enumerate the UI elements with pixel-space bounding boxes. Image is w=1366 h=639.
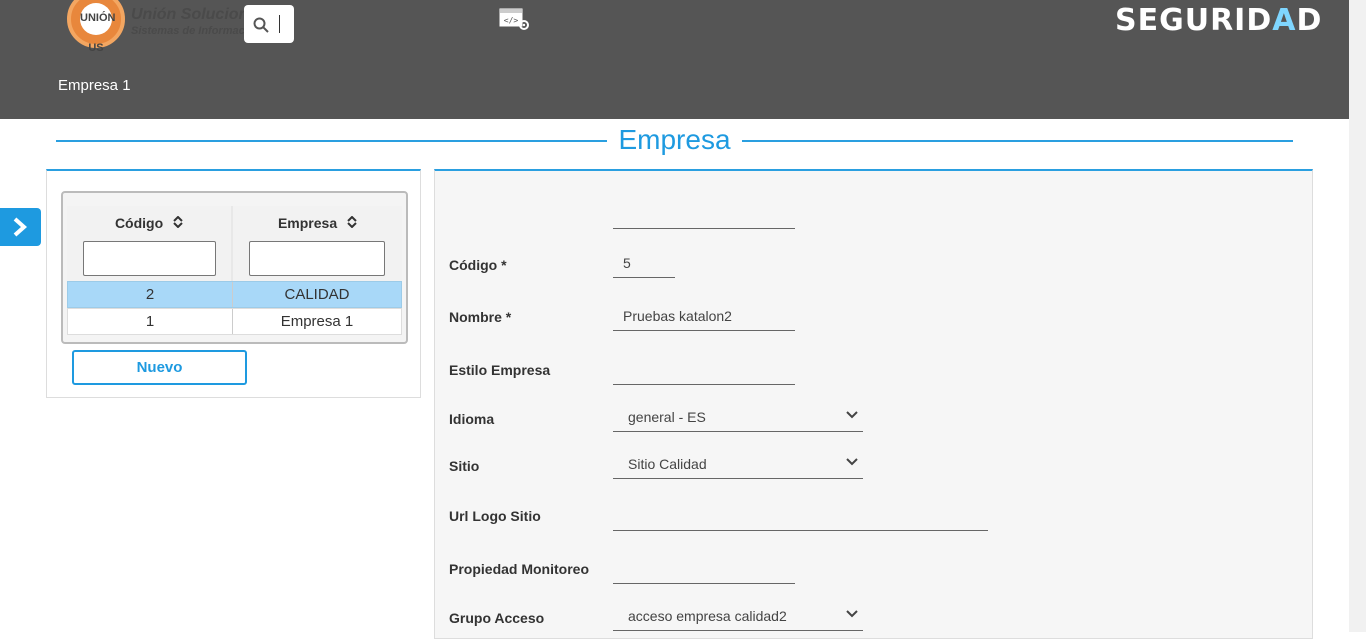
company-logo[interactable]: UNIÓN US	[67, 0, 125, 54]
breadcrumb[interactable]: Empresa 1	[58, 77, 131, 94]
developer-settings-icon[interactable]: </>	[499, 8, 531, 32]
chevron-down-icon	[846, 610, 858, 618]
filter-empresa-input[interactable]	[249, 241, 385, 276]
column-label: Código	[114, 215, 164, 231]
monitoreo-field[interactable]	[613, 554, 795, 584]
table-row[interactable]: 1 Empresa 1	[67, 308, 402, 335]
nombre-label: Nombre *	[449, 309, 512, 325]
idioma-value: general - ES	[628, 409, 706, 425]
cell-codigo: 1	[68, 309, 233, 334]
grupo-acceso-label: Grupo Acceso	[449, 610, 545, 626]
chevron-down-icon	[846, 458, 858, 466]
logo-text: Unión Soluciones Sistemas de Información	[131, 6, 246, 46]
column-label: Empresa	[277, 215, 338, 231]
search-input[interactable]	[279, 15, 280, 33]
brand-part2: D	[1296, 3, 1323, 38]
search-icon[interactable]	[253, 17, 269, 33]
top-header: UNIÓN US Unión Soluciones Sistemas de In…	[0, 0, 1349, 119]
search-box[interactable]	[244, 5, 294, 43]
brand-part1: SEGURID	[1115, 3, 1273, 38]
sitio-value: Sitio Calidad	[628, 456, 707, 472]
page-title: Empresa	[618, 124, 731, 155]
idioma-label: Idioma	[449, 411, 495, 427]
chevron-down-icon	[846, 411, 858, 419]
new-company-button[interactable]: Nuevo	[72, 350, 247, 385]
column-header-codigo[interactable]: Código	[67, 206, 231, 281]
grupo-acceso-value: acceso empresa calidad2	[628, 608, 787, 624]
nombre-field[interactable]: Pruebas katalon2	[613, 301, 795, 331]
sort-icon[interactable]	[173, 215, 183, 229]
sort-icon[interactable]	[347, 215, 357, 229]
monitoreo-label: Propiedad Monitoreo	[449, 561, 589, 577]
logo-upload-field[interactable]	[613, 199, 795, 229]
grupo-acceso-select[interactable]: acceso empresa calidad2	[613, 601, 863, 631]
cell-empresa: CALIDAD	[284, 286, 350, 303]
codigo-label: Código *	[449, 257, 507, 273]
title-divider-right	[742, 140, 1293, 142]
company-list-panel: Código Empresa 2 CALIDAD 1 Empresa 1 Nue…	[46, 169, 421, 398]
grid-header: Código Empresa	[67, 206, 402, 281]
company-grid: Código Empresa 2 CALIDAD 1 Empresa 1	[61, 191, 408, 344]
chevron-right-icon	[13, 217, 28, 237]
sitio-label: Sitio	[449, 458, 480, 474]
url-logo-field[interactable]	[613, 501, 988, 531]
estilo-label: Estilo Empresa	[449, 362, 551, 378]
table-row[interactable]: 2 CALIDAD	[67, 281, 402, 308]
title-divider-left	[56, 140, 607, 142]
url-logo-label: Url Logo Sitio	[449, 508, 541, 524]
company-form-panel: Código * 5 Nombre * Pruebas katalon2 Est…	[434, 169, 1313, 639]
column-header-empresa[interactable]: Empresa	[233, 206, 402, 281]
filter-codigo-input[interactable]	[83, 241, 216, 276]
logo-badge: UNIÓN US	[80, 3, 115, 54]
page-scrollbar[interactable]	[1349, 0, 1366, 632]
idioma-select[interactable]: general - ES	[613, 402, 863, 432]
page-title-row: Empresa	[56, 124, 1293, 158]
logo-subtitle: Sistemas de Información	[131, 25, 246, 37]
brand-wordmark: SEGURIDAD	[1115, 3, 1322, 38]
estilo-field[interactable]	[613, 355, 795, 385]
brand-accent: A	[1272, 3, 1297, 38]
codigo-field[interactable]: 5	[613, 248, 675, 278]
cell-empresa: Empresa 1	[280, 313, 354, 330]
logo-name: Unión Soluciones	[131, 6, 246, 23]
cell-codigo: 2	[68, 282, 233, 307]
sitio-select[interactable]: Sitio Calidad	[613, 449, 863, 479]
sidebar-toggle-button[interactable]	[0, 208, 41, 246]
svg-text:</>: </>	[504, 16, 519, 25]
